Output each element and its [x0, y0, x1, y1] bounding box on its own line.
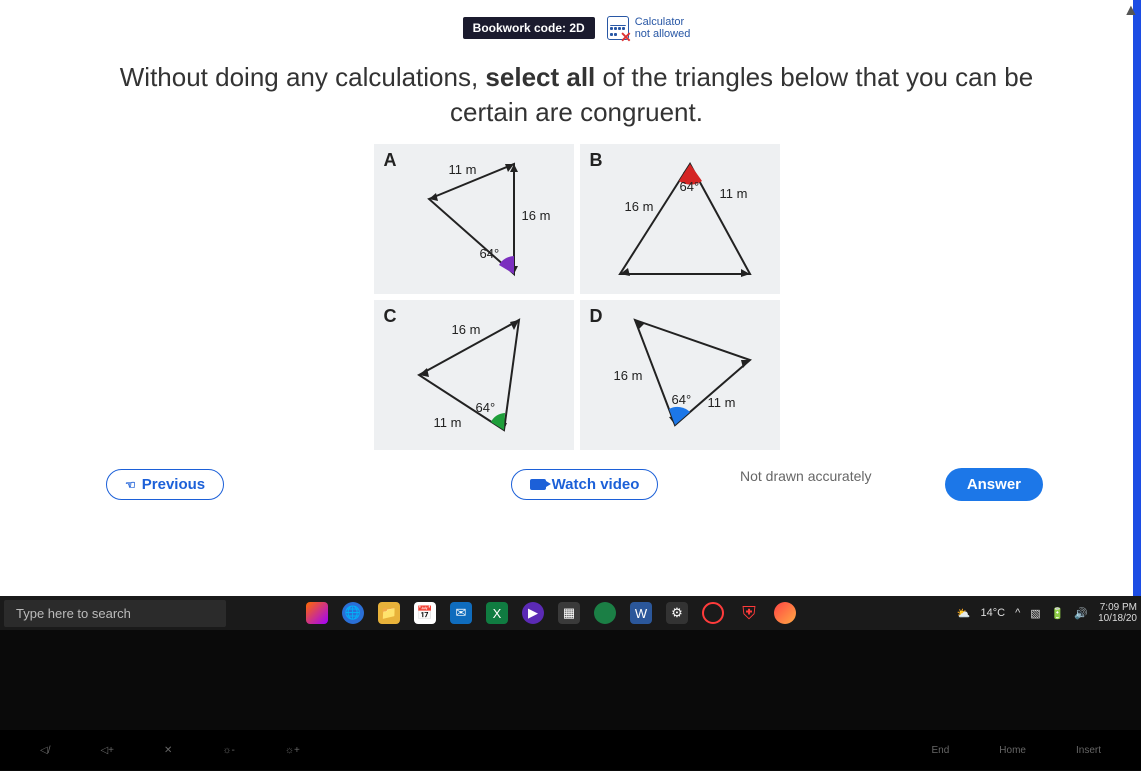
- tri-c-side2: 11 m: [434, 415, 462, 430]
- question-part1: Without doing any calculations,: [120, 62, 486, 92]
- accuracy-note: Not drawn accurately: [740, 468, 872, 484]
- tri-b-side2: 11 m: [720, 186, 748, 201]
- weather-icon[interactable]: ⛅: [957, 607, 971, 620]
- watch-label: Watch video: [552, 476, 640, 493]
- tri-d-side1: 16 m: [614, 368, 643, 383]
- tri-b-angle: 64°: [680, 179, 700, 194]
- bookwork-badge: Bookwork code: 2D: [463, 17, 595, 39]
- answer-button[interactable]: Answer: [945, 468, 1043, 501]
- app-icon-1[interactable]: ▦: [558, 602, 580, 624]
- weather-temp: 14°C: [981, 607, 1006, 619]
- video-icon: [530, 479, 546, 490]
- pointer-icon: ☜: [125, 478, 136, 492]
- key-vol-down: ◁/: [40, 745, 50, 756]
- previous-label: Previous: [142, 476, 205, 493]
- tri-d-angle: 64°: [672, 392, 692, 407]
- calc-line1: Calculator: [635, 16, 691, 28]
- calendar-icon[interactable]: 📅: [414, 602, 436, 624]
- tray-date: 10/18/20: [1098, 613, 1137, 624]
- media-icon[interactable]: ▶: [522, 602, 544, 624]
- key-end: End: [932, 745, 950, 756]
- file-explorer-icon[interactable]: 📁: [378, 602, 400, 624]
- tri-b-side1: 16 m: [625, 199, 654, 214]
- triangle-option-c[interactable]: C 16 m 11 m 64°: [374, 300, 574, 450]
- app-icon-2[interactable]: [594, 602, 616, 624]
- question-bold: select all: [485, 62, 595, 92]
- browser-icon[interactable]: 🌐: [342, 602, 364, 624]
- copilot-icon[interactable]: [306, 602, 328, 624]
- taskbar-icons: 🌐 📁 📅 ✉ X ▶ ▦ W ⚙ ⛨: [306, 602, 796, 624]
- battery-icon[interactable]: 🔋: [1051, 607, 1065, 620]
- header-strip: Bookwork code: 2D ✕ Calculator not allow…: [70, 14, 1083, 42]
- tri-a-angle: 64°: [480, 246, 500, 261]
- calculator-not-allowed: ✕ Calculator not allowed: [607, 16, 691, 40]
- key-mute: ✕: [164, 745, 172, 756]
- tri-a-side2: 16 m: [522, 208, 551, 223]
- taskbar: Type here to search 🌐 📁 📅 ✉ X ▶ ▦ W ⚙ ⛨ …: [0, 596, 1141, 630]
- triangle-option-b[interactable]: B 16 m 11 m 64°: [580, 144, 780, 294]
- calculator-crossed-icon: ✕: [607, 16, 629, 40]
- calc-line2: not allowed: [635, 28, 691, 40]
- word-icon[interactable]: W: [630, 602, 652, 624]
- tray-clock[interactable]: 7:09 PM 10/18/20: [1098, 602, 1137, 624]
- key-insert: Insert: [1076, 745, 1101, 756]
- triangles-grid: A 11 m 16 m 64° B: [70, 144, 1083, 450]
- tray-time: 7:09 PM: [1098, 602, 1137, 613]
- tri-a-side1: 11 m: [449, 162, 477, 177]
- keyboard-strip: ◁/ ◁+ ✕ ☼- ☼+ End Home Insert: [0, 730, 1141, 770]
- opera-icon[interactable]: [702, 602, 724, 624]
- key-bright-up: ☼+: [285, 745, 300, 756]
- previous-button[interactable]: ☜ Previous: [106, 469, 224, 500]
- scroll-up-icon[interactable]: ▲: [1123, 2, 1133, 12]
- content-area: Bookwork code: 2D ✕ Calculator not allow…: [0, 0, 1141, 606]
- key-bright-down: ☼-: [222, 745, 235, 756]
- network-icon[interactable]: ▧: [1030, 607, 1040, 620]
- taskbar-search[interactable]: Type here to search: [4, 600, 226, 627]
- system-tray: ⛅ 14°C ^ ▧ 🔋 🔊 7:09 PM 10/18/20: [957, 602, 1137, 624]
- tri-d-side2: 11 m: [708, 395, 736, 410]
- app-screen: Bookwork code: 2D ✕ Calculator not allow…: [0, 0, 1141, 625]
- footer-bar: ☜ Previous Watch video Answer: [70, 458, 1083, 505]
- settings-icon[interactable]: ⚙: [666, 602, 688, 624]
- key-vol-up: ◁+: [100, 745, 114, 756]
- answer-label: Answer: [967, 476, 1021, 493]
- tray-chevron-up-icon[interactable]: ^: [1015, 607, 1020, 619]
- volume-icon[interactable]: 🔊: [1074, 607, 1088, 620]
- triangle-option-d[interactable]: D 16 m 11 m 64°: [580, 300, 780, 450]
- chrome-icon[interactable]: [774, 602, 796, 624]
- triangle-option-a[interactable]: A 11 m 16 m 64°: [374, 144, 574, 294]
- security-icon[interactable]: ⛨: [738, 602, 760, 624]
- tri-c-side1: 16 m: [452, 322, 481, 337]
- excel-icon[interactable]: X: [486, 602, 508, 624]
- key-home: Home: [999, 745, 1026, 756]
- tri-c-angle: 64°: [476, 400, 496, 415]
- mail-icon[interactable]: ✉: [450, 602, 472, 624]
- watch-video-button[interactable]: Watch video: [511, 469, 659, 500]
- question-text: Without doing any calculations, select a…: [110, 60, 1043, 130]
